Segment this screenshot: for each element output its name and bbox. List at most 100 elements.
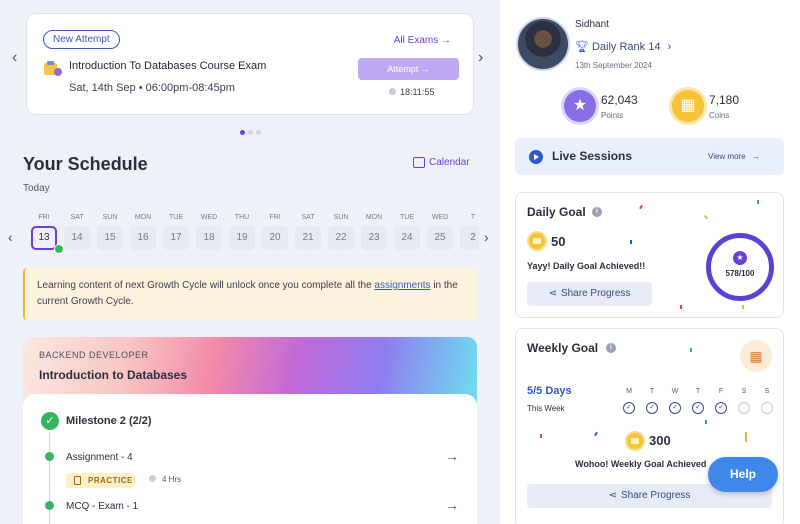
days-prev-button[interactable]: ‹ (8, 229, 13, 245)
practice-tag-label: PRACTICE (88, 476, 133, 485)
view-more-link[interactable]: View more → (708, 152, 760, 161)
avatar[interactable] (516, 17, 570, 71)
confetti (680, 305, 682, 309)
star-icon: ★ (733, 251, 747, 265)
day-of-week: TUE (400, 214, 414, 221)
weekday-item: W ✓ (669, 388, 681, 414)
day-item[interactable]: TUE 17 (163, 214, 189, 250)
carousel-dot[interactable] (248, 130, 253, 135)
day-number[interactable]: 17 (163, 226, 189, 250)
day-item[interactable]: T2 (460, 214, 479, 250)
carousel-dot[interactable] (256, 130, 261, 135)
check-icon: ✓ (623, 402, 635, 414)
attempt-button[interactable]: Attempt → (358, 58, 459, 80)
day-number[interactable]: 21 (295, 226, 321, 250)
day-number[interactable]: 19 (229, 226, 255, 250)
weekday-item: T ✓ (646, 388, 658, 414)
day-number[interactable]: 23 (361, 226, 387, 250)
assignments-link[interactable]: assignments (374, 280, 430, 291)
weekday-item: S✓ (738, 388, 750, 414)
daily-progress-ring (706, 233, 774, 301)
new-attempt-badge: New Attempt (43, 30, 120, 49)
day-item[interactable]: MON 16 (130, 214, 156, 250)
day-number[interactable]: 25 (427, 226, 453, 250)
day-item[interactable]: THU 19 (229, 214, 255, 250)
practice-tag: PRACTICE (66, 473, 135, 488)
help-button[interactable]: Help (708, 457, 778, 492)
day-item[interactable]: FRI 13 (31, 214, 57, 250)
exam-time: 06:00pm-08:45pm (145, 82, 235, 94)
exam-timer: 18:11:55 (389, 87, 434, 97)
daily-rank-label: Daily Rank 14 (591, 41, 661, 53)
days-next-button[interactable]: › (484, 229, 489, 245)
info-icon[interactable]: i (592, 207, 602, 217)
day-item[interactable]: SAT 14 (64, 214, 90, 250)
day-item[interactable]: SUN 15 (97, 214, 123, 250)
day-item[interactable]: TUE 24 (394, 214, 420, 250)
day-of-week: SUN (333, 214, 349, 221)
clipboard-icon (74, 476, 81, 485)
timeline-dot (45, 452, 54, 461)
share-icon: ⋖ (608, 490, 617, 501)
schedule-title: Your Schedule (23, 154, 148, 174)
day-number[interactable]: 24 (394, 226, 420, 250)
coin-icon (625, 431, 645, 451)
timeline-dot (45, 501, 54, 510)
coin-icon: ▦ (672, 90, 704, 122)
attempt-label: Attempt (387, 64, 419, 74)
day-item[interactable]: SUN 22 (328, 214, 354, 250)
share-progress-button[interactable]: ⋖ Share Progress (527, 282, 652, 306)
day-number[interactable]: 15 (97, 226, 123, 250)
daily-goal-title: Daily Goal (527, 205, 586, 219)
current-date: 13th September 2024 (575, 61, 652, 70)
confetti (742, 305, 744, 309)
day-number[interactable]: 18 (196, 226, 222, 250)
confetti (745, 432, 747, 442)
exam-schedule: Sat, 14th Sep • 06:00pm-08:45pm (69, 82, 235, 94)
milestone-title: Milestone 2 (2/2) (66, 415, 152, 427)
carousel-prev-button[interactable]: ‹ (12, 49, 17, 67)
carousel-dot[interactable] (240, 130, 245, 135)
weekday-label: S (764, 388, 770, 395)
day-item[interactable]: FRI 20 (262, 214, 288, 250)
exam-title: Introduction To Databases Course Exam (69, 60, 267, 72)
check-icon: ✓ (715, 402, 727, 414)
course-item-title[interactable]: Assignment - 4 (66, 452, 133, 463)
weekday-item: M ✓ (623, 388, 635, 414)
unlock-notice: Learning content of next Growth Cycle wi… (23, 268, 477, 320)
trophy-icon: 🏆︎ (575, 41, 589, 53)
weekly-coins: 300 (649, 433, 671, 448)
day-of-week: T (470, 214, 476, 221)
day-of-week: FRI (38, 214, 50, 221)
duration-value: 4 Hrs (162, 475, 182, 484)
weekday-label: F (718, 388, 724, 395)
day-of-week: THU (234, 214, 250, 221)
day-number[interactable]: 14 (64, 226, 90, 250)
carousel-next-button[interactable]: › (478, 49, 483, 67)
course-item-title[interactable]: MCQ - Exam - 1 (66, 501, 138, 512)
day-item[interactable]: SAT 21 (295, 214, 321, 250)
day-number[interactable]: 20 (262, 226, 288, 250)
day-item[interactable]: WED 25 (427, 214, 453, 250)
share-progress-label: Share Progress (560, 288, 631, 299)
day-strip: FRI 13 SAT 14 SUN 15 MON 16 TUE 17 WED 18 THU 19 FRI 20… (31, 214, 479, 254)
day-number[interactable]: 13 (31, 226, 57, 250)
day-number[interactable]: 2 (460, 226, 479, 250)
day-number[interactable]: 16 (130, 226, 156, 250)
view-more-label: View more (708, 152, 746, 161)
user-name: Sidhant (575, 19, 609, 30)
calendar-icon (413, 157, 425, 168)
live-sessions-title: Live Sessions (552, 149, 633, 163)
carousel-dots[interactable] (240, 122, 264, 140)
calendar-link[interactable]: Calendar (413, 157, 470, 168)
all-exams-link[interactable]: All Exams → (394, 35, 451, 46)
coins-value: 7,180 (709, 93, 740, 107)
daily-rank-link[interactable]: 🏆︎ Daily Rank 14 › (575, 40, 671, 53)
arrow-right-icon[interactable]: → (445, 497, 459, 513)
day-item[interactable]: WED 18 (196, 214, 222, 250)
day-item[interactable]: MON 23 (361, 214, 387, 250)
weekday-label: T (695, 388, 701, 395)
day-number[interactable]: 22 (328, 226, 354, 250)
arrow-right-icon[interactable]: → (445, 448, 459, 464)
info-icon[interactable]: i (606, 343, 616, 353)
